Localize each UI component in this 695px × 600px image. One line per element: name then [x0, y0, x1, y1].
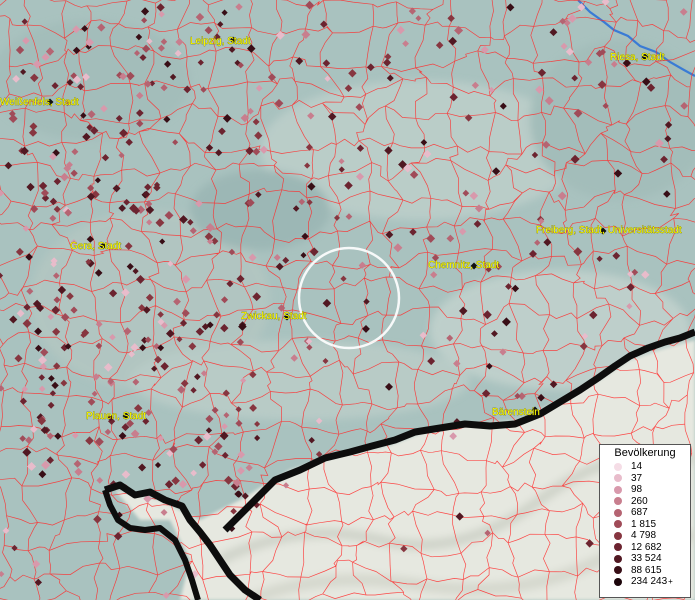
legend-value: 88 615 — [631, 564, 662, 576]
legend-item: 12 682 — [600, 542, 690, 554]
legend-title: Bevölkerung — [614, 447, 676, 459]
legend-swatch — [614, 474, 622, 483]
city-label[interactable]: Riesa, Stadt — [610, 52, 665, 64]
legend-swatch — [614, 485, 622, 494]
legend-swatch — [614, 520, 622, 529]
legend-swatch — [614, 462, 622, 471]
legend-plus: + — [668, 577, 673, 587]
legend-swatch — [614, 508, 622, 517]
legend-value: 260 — [631, 495, 648, 507]
legend-value: 12 682 — [631, 541, 662, 553]
legend-item: 33 524 — [600, 553, 690, 565]
legend-swatch — [614, 566, 622, 575]
legend-item: 687 — [600, 507, 690, 519]
legend-item: 98 — [600, 484, 690, 496]
legend-value: 98 — [631, 484, 643, 496]
city-label[interactable]: Plauen, Stadt — [86, 411, 147, 423]
city-label[interactable]: Bärenstein — [492, 407, 540, 419]
legend-item: 234 243 + — [600, 576, 690, 588]
legend-swatch — [614, 531, 622, 540]
city-label[interactable]: Leipzig, Stadt — [190, 36, 251, 48]
legend-value: 37 — [631, 472, 643, 484]
legend-item: 37 — [600, 473, 690, 485]
legend-swatch — [614, 543, 622, 552]
city-label[interactable]: Gera, Stadt — [70, 241, 122, 253]
city-label[interactable]: Weißenfels, Stadt — [0, 97, 79, 109]
legend-value: 33 524 — [631, 553, 662, 565]
legend-item: 1 815 — [600, 519, 690, 531]
legend-value: 14 — [631, 461, 643, 473]
legend-item: 4 798 — [600, 530, 690, 542]
map-canvas[interactable]: Leipzig, Stadt Riesa, Stadt Weißenfels, St… — [0, 0, 695, 600]
legend-value: 234 243 — [631, 576, 668, 588]
legend-swatch — [614, 497, 622, 506]
city-label[interactable]: Zwickau, Stadt — [241, 311, 307, 323]
legend-swatch — [614, 554, 622, 563]
city-label[interactable]: Chemnitz, Stadt — [428, 260, 500, 272]
legend-swatch — [614, 577, 622, 586]
legend-value: 4 798 — [631, 530, 657, 542]
legend: Bevölkerung 14 37 98 260 687 1 815 4 798 12 682… — [599, 444, 691, 598]
legend-item: 88 615 — [600, 565, 690, 577]
legend-item: 260 — [600, 496, 690, 508]
legend-item: 14 — [600, 461, 690, 473]
city-label[interactable]: Freiberg, Stadt, Universitätsstadt — [536, 225, 682, 237]
legend-value: 1 815 — [631, 518, 657, 530]
legend-value: 687 — [631, 507, 648, 519]
legend-items: 14 37 98 260 687 1 815 4 798 12 682 33 524 88 615… — [600, 461, 690, 588]
